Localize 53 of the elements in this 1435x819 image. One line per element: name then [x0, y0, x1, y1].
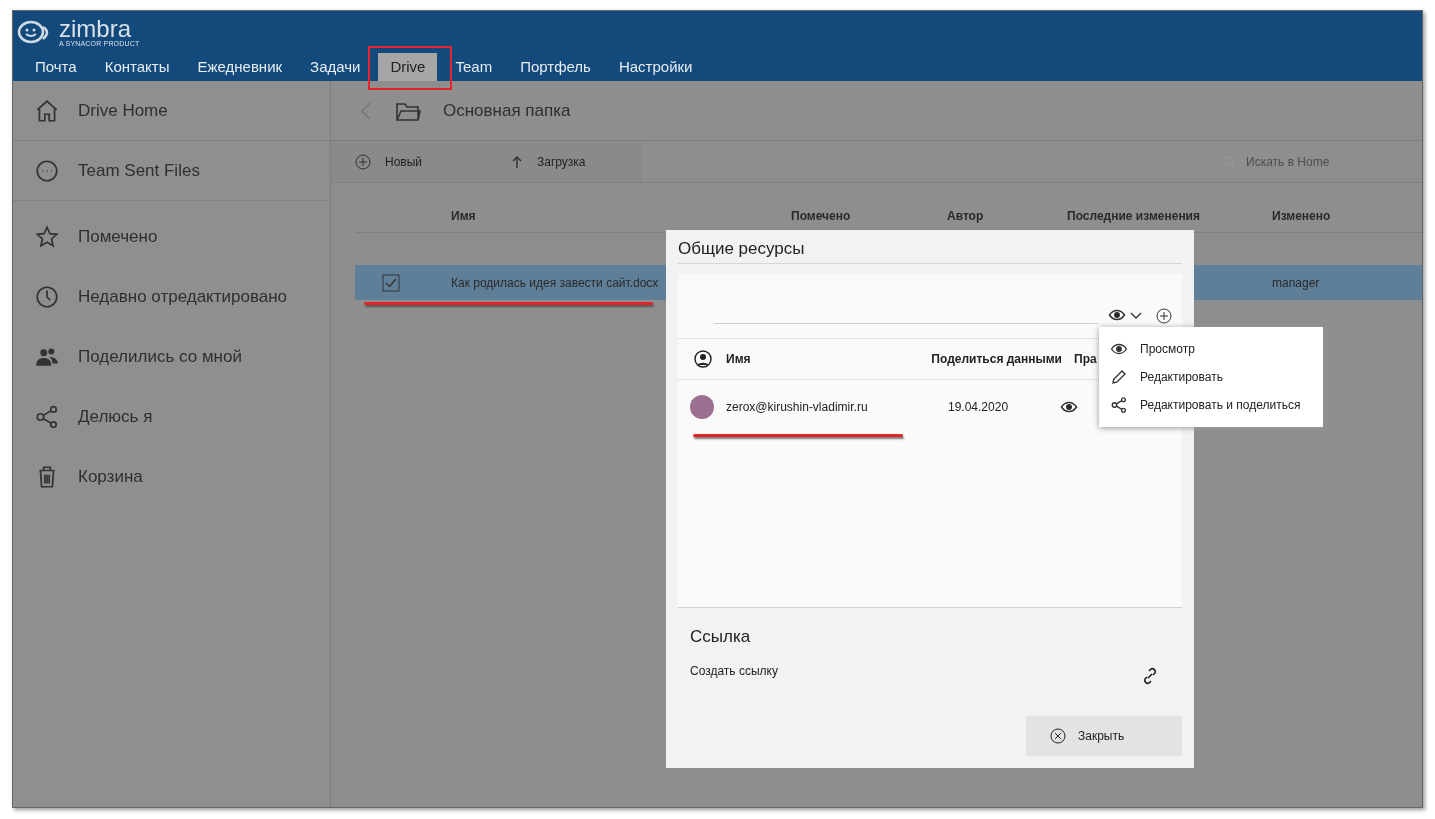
- nav-tab[interactable]: Team: [443, 53, 505, 81]
- column-header: Имя: [451, 207, 477, 225]
- column-header: Пра: [1074, 351, 1097, 368]
- nav-tab[interactable]: Портфель: [508, 53, 603, 81]
- checkbox[interactable]: [382, 273, 400, 292]
- nav-tab[interactable]: Почта: [23, 53, 89, 81]
- upload-button[interactable]: Загрузка: [491, 152, 586, 171]
- chat-icon: [34, 157, 60, 184]
- folder-title: Основная папка: [443, 99, 571, 122]
- nav-tab[interactable]: Drive: [378, 53, 438, 81]
- column-header: Поделиться данными: [930, 351, 1062, 368]
- star-icon: [34, 224, 60, 250]
- table-cell-text: Как родилась идея завести сайт.docx: [451, 274, 660, 292]
- close-icon: [1050, 728, 1066, 744]
- sidebar-item[interactable]: Недавно отредактировано: [13, 267, 330, 327]
- create-link-label: Создать ссылку: [690, 662, 778, 680]
- add-icon[interactable]: [1156, 308, 1172, 324]
- logo-text: zimbra: [59, 17, 131, 40]
- menu-item[interactable]: Редактировать: [1099, 363, 1323, 391]
- close-button[interactable]: Закрыть: [1026, 716, 1182, 756]
- column-header: Автор: [947, 207, 985, 225]
- share-date: 19.04.2020: [948, 399, 1010, 416]
- column-header: Имя: [726, 351, 752, 368]
- chevron-down-icon: [1130, 310, 1142, 320]
- user-icon: [694, 350, 712, 368]
- avatar: [690, 395, 714, 419]
- search-field[interactable]: Искать в Home: [1246, 152, 1356, 171]
- column-header: Последние изменения: [1067, 207, 1201, 225]
- nav-tab[interactable]: Настройки: [606, 53, 705, 81]
- sidebar-item[interactable]: Drive Home: [13, 81, 330, 141]
- sidebar-item[interactable]: Корзина: [13, 447, 330, 507]
- user-email: zerox@kirushin-vladimir.ru: [726, 399, 869, 416]
- nav-tab[interactable]: Контакты: [92, 53, 182, 81]
- pencil-icon: [1110, 368, 1128, 386]
- share-icon: [1110, 396, 1128, 414]
- dialog-title: Общие ресурсы: [678, 230, 1182, 264]
- menu-item[interactable]: Просмотр: [1099, 335, 1323, 363]
- menu-item[interactable]: Редактировать и поделиться: [1099, 391, 1323, 419]
- sidebar-item[interactable]: Team Sent Files: [13, 141, 330, 201]
- column-header: Изменено: [1272, 207, 1332, 225]
- nav-tab[interactable]: Ежедневник: [185, 53, 295, 81]
- section-title: Ссылка: [690, 626, 752, 648]
- sidebar-item[interactable]: Помечено: [13, 207, 330, 267]
- new-button[interactable]: Новый: [331, 152, 491, 171]
- clock-icon: [34, 284, 60, 310]
- upload-arrow-icon: [511, 154, 523, 169]
- nav-tab[interactable]: Задачи: [298, 53, 373, 81]
- plus-icon: [355, 153, 371, 170]
- table-cell-text: manager: [1272, 274, 1321, 292]
- share-icon: [34, 404, 60, 430]
- sidebar-item[interactable]: Поделились со мной: [13, 327, 330, 387]
- column-header: Помечено: [791, 207, 852, 225]
- sidebar-item[interactable]: Делюсь я: [13, 387, 330, 447]
